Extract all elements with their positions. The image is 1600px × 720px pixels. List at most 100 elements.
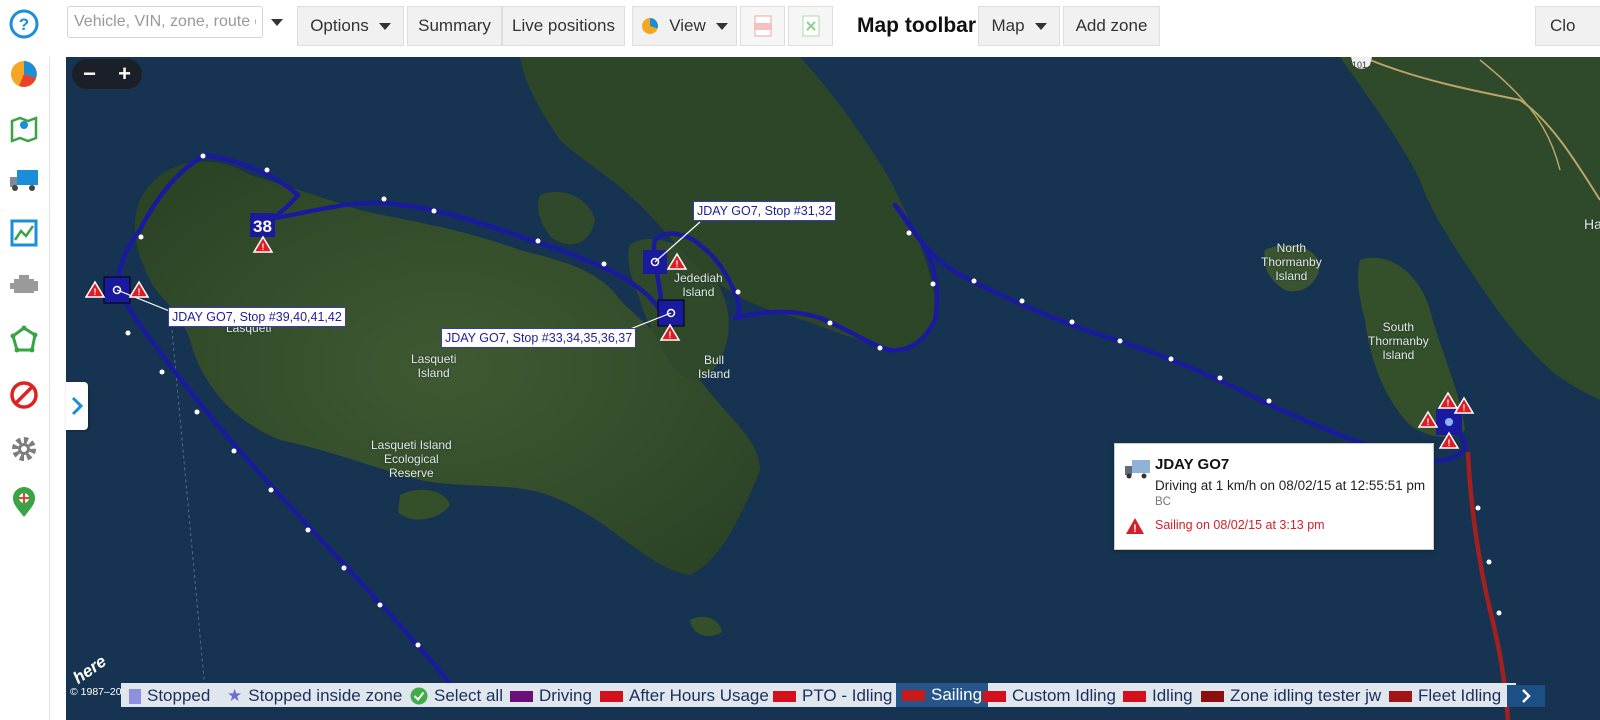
live-positions-button[interactable]: Live positions (502, 6, 625, 46)
export-pdf-button[interactable] (740, 6, 785, 46)
highway-shield-label: 101 (1352, 60, 1368, 70)
legend-label: Custom Idling (1012, 686, 1116, 705)
svg-text:!: ! (1447, 398, 1450, 408)
svg-text:!: ! (138, 287, 141, 297)
dashboard-pie-icon[interactable] (4, 50, 44, 98)
svg-text:!: ! (1427, 417, 1430, 427)
legend-swatch (1201, 690, 1224, 702)
warning-icon: ! (1126, 518, 1144, 535)
popup-vehicle-name: JDAY GO7 (1155, 456, 1230, 473)
legend-label: Idling (1152, 686, 1193, 705)
legend-item-sailing[interactable]: Sailing (896, 683, 989, 707)
chevron-right-icon (71, 396, 84, 416)
options-button[interactable]: Options (297, 6, 404, 46)
legend-swatch (1389, 690, 1412, 702)
zones-icon[interactable] (4, 316, 44, 364)
search-input[interactable] (67, 6, 263, 38)
place-name-edge: Ha (1584, 216, 1600, 232)
help-icon[interactable]: ? (4, 0, 44, 48)
stop-label[interactable]: JDAY GO7, Stop #39,40,41,42 (168, 307, 346, 327)
options-label: Options (310, 16, 369, 35)
place-name-north-thormanby: North Thormanby Island (1261, 241, 1322, 283)
legend-item-stopped-inside-zone[interactable]: ★ Stopped inside zone (227, 686, 402, 706)
route-number-marker[interactable]: 38 (250, 215, 275, 239)
chevron-right-icon (1522, 689, 1531, 703)
svg-text:!: ! (669, 330, 672, 340)
legend-label: Fleet Idling (1418, 686, 1502, 705)
svg-text:?: ? (19, 15, 29, 34)
chevron-down-icon (715, 22, 728, 30)
add-zone-button[interactable]: Add zone (1063, 6, 1160, 46)
chevron-down-icon (1034, 22, 1047, 30)
stop-label[interactable]: JDAY GO7, Stop #31,32 (693, 201, 837, 221)
legend-item-select-all[interactable]: Select all (410, 686, 503, 706)
svg-text:!: ! (676, 259, 679, 269)
view-label: View (669, 16, 706, 35)
legend-item-idling[interactable]: Idling (1123, 686, 1193, 706)
map-view[interactable]: ! ! ! ! ! ! ! ! ! 38 Lasqueti Lasqueti I… (66, 57, 1600, 720)
legend-label: Select all (434, 686, 503, 705)
place-name-lasqueti-island: Lasqueti Island (411, 352, 457, 380)
legend-label: PTO - Idling (802, 686, 893, 705)
place-name-jedediah: Jedediah Island (674, 271, 723, 299)
legend-label: Driving (539, 686, 592, 705)
legend-swatch (902, 689, 925, 701)
legend-label: Zone idling tester jw (1230, 686, 1382, 705)
legend-item-zone-idling-tester[interactable]: Zone idling tester jw (1201, 686, 1381, 706)
legend-bar: Stopped ★ Stopped inside zone Select all… (121, 683, 1516, 707)
legend-item-pto-idling[interactable]: PTO - Idling (773, 686, 892, 706)
map-icon[interactable] (4, 104, 44, 152)
chevron-down-icon (271, 19, 283, 26)
marketplace-pin-icon[interactable] (4, 479, 44, 527)
expand-panel-button[interactable] (66, 382, 88, 430)
map-select-label: Map (991, 16, 1025, 35)
summary-button[interactable]: Summary (407, 6, 502, 46)
chevron-down-icon (378, 22, 391, 30)
zoom-in-button[interactable]: + (118, 63, 131, 85)
legend-swatch (600, 690, 623, 702)
svg-text:!: ! (1448, 438, 1451, 448)
legend-item-custom-idling[interactable]: Custom Idling (983, 686, 1116, 706)
popup-status: Driving at 1 km/h on 08/02/15 at 12:55:5… (1155, 478, 1426, 493)
view-button[interactable]: View (632, 6, 737, 46)
search-dropdown-button[interactable] (271, 12, 289, 32)
legend-item-after-hours-usage[interactable]: After Hours Usage (600, 686, 769, 706)
engine-icon[interactable] (4, 262, 44, 310)
check-circle-icon (410, 687, 428, 705)
map-toolbar-label: Map toolbar: (857, 14, 983, 37)
close-label: Clo (1550, 16, 1576, 35)
vehicle-info-popup[interactable]: JDAY GO7 Driving at 1 km/h on 08/02/15 a… (1114, 443, 1434, 550)
close-button[interactable]: Clo (1535, 6, 1600, 46)
svg-text:!: ! (262, 242, 265, 252)
summary-label: Summary (418, 16, 491, 35)
export-excel-button[interactable] (788, 6, 833, 46)
square-icon (129, 688, 141, 704)
pdf-icon (753, 15, 772, 37)
legend-swatch (983, 690, 1006, 702)
svg-text:!: ! (1133, 523, 1137, 535)
legend-swatch (510, 690, 533, 702)
legend-item-driving[interactable]: Driving (510, 686, 592, 706)
reports-chart-icon[interactable] (4, 209, 44, 257)
truck-icon (1125, 460, 1150, 479)
popup-region: BC (1155, 496, 1171, 508)
star-icon: ★ (227, 686, 243, 705)
svg-text:!: ! (94, 287, 97, 297)
add-zone-label: Add zone (1075, 16, 1148, 35)
top-toolbar: Options Summary Live positions View Map … (49, 0, 1600, 57)
popup-alert: Sailing on 08/02/15 at 3:13 pm (1155, 518, 1325, 532)
pie-chart-icon (642, 18, 659, 34)
legend-item-stopped[interactable]: Stopped (129, 686, 210, 706)
map-type-select[interactable]: Map (978, 6, 1060, 46)
truck-icon[interactable] (4, 156, 44, 204)
stop-label[interactable]: JDAY GO7, Stop #33,34,35,36,37 (441, 328, 637, 348)
settings-gear-icon[interactable] (4, 425, 44, 473)
legend-next-button[interactable] (1507, 685, 1545, 707)
excel-icon (802, 15, 819, 37)
legend-swatch (773, 690, 796, 702)
exceptions-icon[interactable] (4, 371, 44, 419)
legend-item-fleet-idling[interactable]: Fleet Idling (1389, 686, 1501, 706)
live-positions-label: Live positions (511, 16, 615, 35)
zoom-out-button[interactable]: − (83, 63, 96, 85)
place-name-south-thormanby: South Thormanby Island (1368, 320, 1429, 362)
